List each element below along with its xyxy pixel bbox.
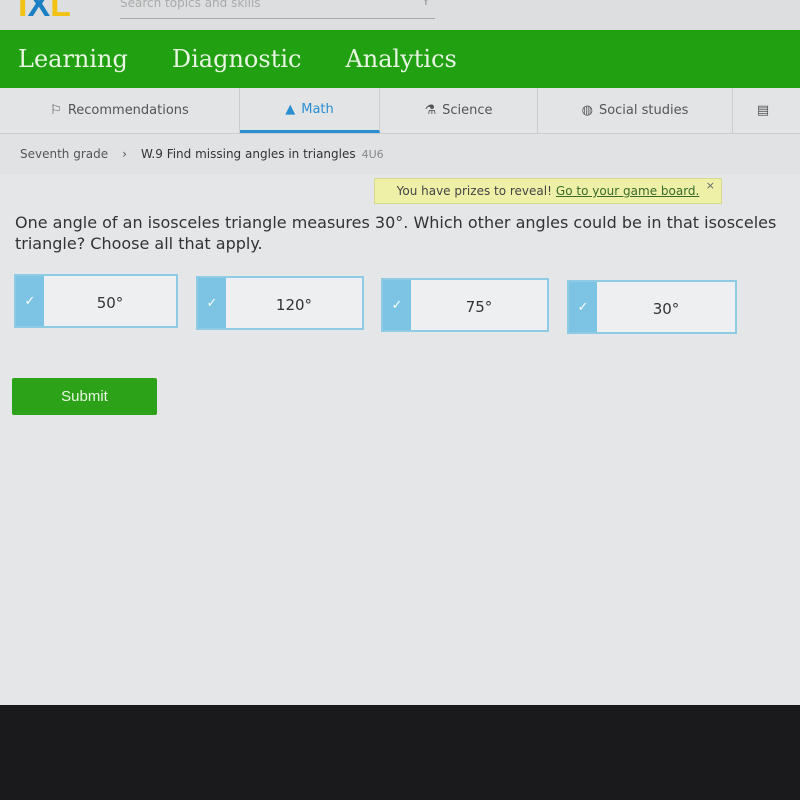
ixl-logo[interactable]: IXL (18, 0, 71, 25)
game-board-link[interactable]: Go to your game board. (556, 184, 699, 198)
search-icon[interactable]: ⚲ (421, 0, 431, 6)
search-input[interactable]: Search topics and skills ⚲ (120, 0, 435, 19)
skill-code: 4U6 (361, 147, 384, 161)
globe-icon: ◍ (581, 103, 593, 118)
option-value: 30° (652, 300, 680, 318)
tab-science[interactable]: ⚗ Science (380, 88, 538, 133)
prize-text: You have prizes to reveal! (396, 184, 552, 198)
main-nav: Learning Diagnostic Analytics (0, 30, 800, 88)
tab-label: Science (442, 103, 493, 118)
subject-nav: ⚐ Recommendations ▲ Math ⚗ Science ◍ Social … (0, 88, 800, 134)
option-120[interactable]: ✓ 120° (196, 276, 364, 330)
nav-diagnostic[interactable]: Diagnostic (172, 45, 302, 73)
option-value: 50° (96, 294, 124, 312)
prize-banner: You have prizes to reveal! Go to your ga… (374, 178, 722, 204)
signpost-icon: ⚐ (50, 103, 62, 118)
nav-learning[interactable]: Learning (18, 45, 128, 73)
top-bar: IXL Search topics and skills ⚲ (0, 0, 800, 30)
search-placeholder: Search topics and skills (120, 0, 261, 10)
nav-analytics[interactable]: Analytics (345, 45, 456, 73)
submit-button[interactable]: Submit (12, 378, 157, 415)
screen: IXL Search topics and skills ⚲ Learning D… (0, 0, 800, 705)
check-icon: ✓ (569, 282, 597, 332)
tab-more[interactable]: ▤ (733, 88, 793, 133)
breadcrumb-grade[interactable]: Seventh grade (20, 147, 108, 161)
tab-label: Social studies (598, 103, 689, 118)
chevron-right-icon: › (122, 147, 127, 161)
tab-math[interactable]: ▲ Math (240, 88, 380, 133)
option-50[interactable]: ✓ 50° (14, 274, 178, 328)
tab-social-studies[interactable]: ◍ Social studies (538, 88, 733, 133)
option-value: 120° (275, 296, 313, 314)
tab-label: Recommendations (67, 103, 189, 118)
breadcrumb: Seventh grade › W.9 Find missing angles … (0, 134, 800, 174)
option-value: 75° (465, 298, 493, 316)
close-icon[interactable]: × (706, 179, 715, 192)
check-icon: ✓ (383, 280, 411, 330)
flask-icon: ⚗ (424, 103, 437, 118)
check-icon: ✓ (16, 276, 44, 326)
check-icon: ✓ (198, 278, 226, 328)
option-75[interactable]: ✓ 75° (381, 278, 549, 332)
tab-recommendations[interactable]: ⚐ Recommendations (0, 88, 240, 133)
pyramid-icon: ▲ (285, 101, 296, 117)
option-30[interactable]: ✓ 30° (567, 280, 737, 334)
tab-label: Math (301, 101, 334, 117)
question-text: One angle of an isosceles triangle measu… (15, 213, 777, 253)
clipboard-icon: ▤ (756, 103, 770, 118)
breadcrumb-skill: W.9 Find missing angles in triangles (140, 147, 356, 161)
